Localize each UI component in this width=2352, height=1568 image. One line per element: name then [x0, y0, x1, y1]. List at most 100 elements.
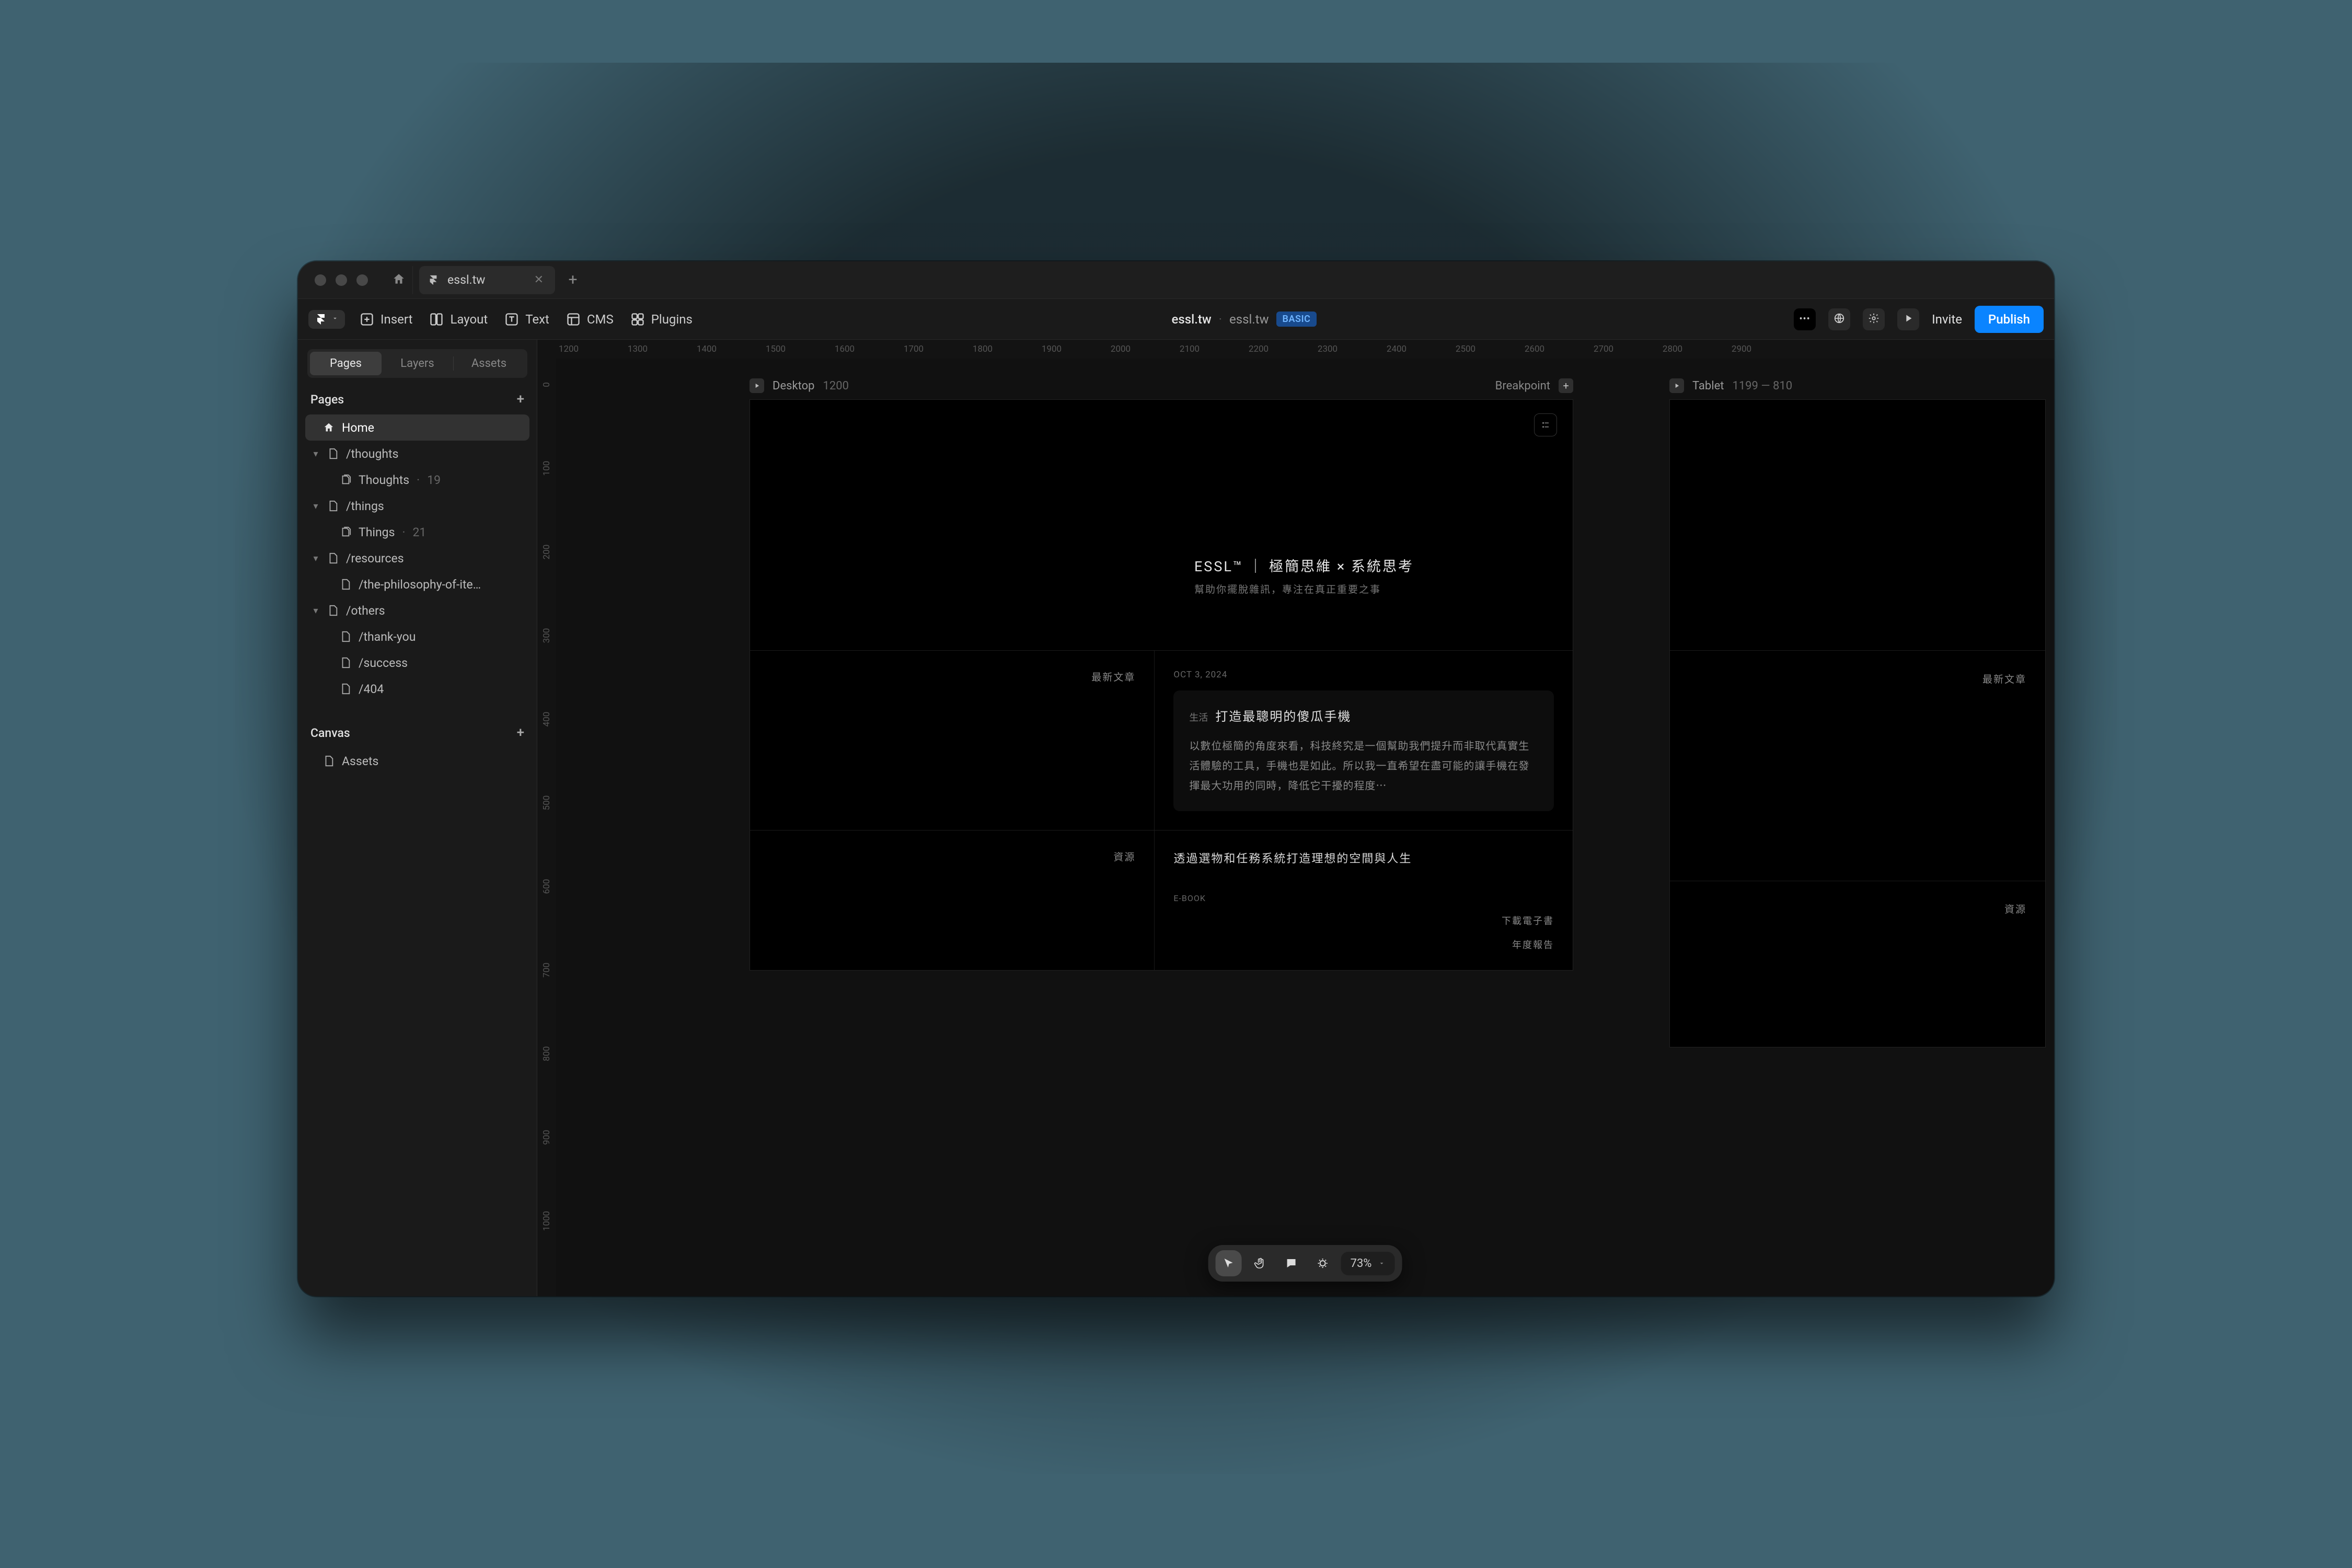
pages-section-header: Pages + [298, 378, 537, 414]
site-download-ebook[interactable]: 下載電子書 [1173, 914, 1554, 927]
ruler-tick: 1500 [766, 344, 786, 354]
site-latest-label: 最新文章 [769, 670, 1135, 684]
globe-button[interactable] [1828, 308, 1850, 330]
frame-tablet-header[interactable]: Tablet 1199 — 810 [1669, 378, 2046, 393]
page-stack-icon [340, 474, 351, 486]
canvas-viewport[interactable]: Desktop 1200 Breakpoint + ESSL™ ｜ 極簡思維 ×… [556, 359, 2054, 1296]
tab-layers[interactable]: Layers [382, 352, 453, 375]
chevron-down-icon: ▾ [312, 448, 320, 459]
site-annual-report[interactable]: 年度報告 [1173, 938, 1554, 951]
page-icon [327, 605, 339, 616]
page-thank-you[interactable]: /thank-you [305, 624, 529, 650]
page-stack-icon [340, 526, 351, 538]
framer-icon [428, 274, 439, 286]
site-resources-label: 資源 [769, 849, 1135, 863]
site-article-date: OCT 3, 2024 [1173, 670, 1554, 680]
sidebar-tabs: Pages Layers Assets [307, 349, 527, 378]
frame-tablet[interactable]: Tablet 1199 — 810 最新文章 資源 [1669, 399, 2046, 1047]
app-menu-button[interactable] [308, 310, 345, 329]
canvas-assets-item[interactable]: Assets [305, 748, 529, 774]
frame-desktop-header[interactable]: Desktop 1200 Breakpoint + [750, 378, 1573, 393]
site-article-card[interactable]: 生活打造最聰明的傻瓜手機 以數位極簡的角度來看，科技終究是一個幫助我們提升而非取… [1173, 690, 1554, 811]
zoom-selector[interactable]: 73% [1341, 1252, 1395, 1275]
play-frame-button[interactable] [1669, 378, 1684, 393]
traffic-light-minimize[interactable] [336, 274, 347, 286]
layout-label: Layout [450, 312, 488, 327]
play-frame-button[interactable] [750, 378, 764, 393]
page-404-label: /404 [359, 682, 384, 696]
canvas-workarea[interactable]: 1200130014001500160017001800190020002100… [537, 340, 2054, 1296]
breakpoint-label[interactable]: Breakpoint [1495, 379, 1550, 393]
ruler-tick: 500 [541, 795, 552, 811]
page-icon [340, 579, 351, 590]
ruler-tick: 1400 [697, 344, 717, 354]
cms-icon [566, 312, 581, 327]
cms-button[interactable]: CMS [564, 308, 616, 330]
contrast-tool[interactable] [1310, 1250, 1336, 1276]
plugins-button[interactable]: Plugins [628, 308, 695, 330]
ruler-tick: 2600 [1525, 344, 1544, 354]
breadcrumb-project[interactable]: essl.tw [1172, 312, 1212, 327]
frame-desktop[interactable]: Desktop 1200 Breakpoint + ESSL™ ｜ 極簡思維 ×… [750, 399, 1573, 971]
text-button[interactable]: Text [502, 308, 551, 330]
site-hero: ESSL™ ｜ 極簡思維 × 系統思考 幫助你擺脫雜訊，專注在真正重要之事 [750, 400, 1573, 651]
left-sidebar: Pages Layers Assets Pages + Home ▾ /thou… [298, 340, 537, 1296]
insert-button[interactable]: Insert [358, 308, 414, 330]
close-icon[interactable]: ✕ [534, 273, 544, 286]
globe-icon [1834, 313, 1845, 326]
ruler-tick: 700 [541, 963, 552, 978]
folder-others[interactable]: ▾ /others [305, 597, 529, 624]
folder-resources[interactable]: ▾ /resources [305, 545, 529, 571]
add-page-button[interactable]: + [517, 391, 524, 407]
ruler-tick: 2200 [1249, 344, 1269, 354]
home-tab[interactable] [385, 266, 413, 294]
ruler-tick: 2400 [1387, 344, 1406, 354]
more-menu-button[interactable]: ••• [1794, 308, 1816, 330]
add-breakpoint-button[interactable]: + [1559, 378, 1573, 393]
invite-button[interactable]: Invite [1932, 312, 1962, 327]
hand-tool[interactable] [1247, 1250, 1273, 1276]
comment-tool[interactable] [1278, 1250, 1305, 1276]
ruler-tick: 1600 [835, 344, 855, 354]
page-thoughts-label: Thoughts [359, 473, 409, 487]
page-philosophy[interactable]: /the-philosophy-of-ite… [305, 571, 529, 597]
select-tool[interactable] [1216, 1250, 1242, 1276]
ruler-tick: 2700 [1594, 344, 1613, 354]
site-preview-desktop[interactable]: ESSL™ ｜ 極簡思維 × 系統思考 幫助你擺脫雜訊，專注在真正重要之事 最新… [750, 399, 1573, 971]
page-success[interactable]: /success [305, 650, 529, 676]
page-things-index[interactable]: Things · 21 [305, 519, 529, 545]
chevron-down-icon: ▾ [312, 501, 320, 512]
zoom-value: 73% [1351, 1257, 1372, 1270]
ruler-horizontal: 1200130014001500160017001800190020002100… [537, 340, 2054, 359]
ruler-tick: 2000 [1111, 344, 1131, 354]
breadcrumb-site[interactable]: essl.tw [1229, 312, 1269, 327]
home-icon [323, 422, 335, 433]
ruler-tick: 2300 [1318, 344, 1338, 354]
plugins-icon [630, 312, 645, 327]
site-resources-label-tablet: 資源 [2004, 902, 2026, 916]
breadcrumb: essl.tw · essl.tw BASIC [695, 312, 1794, 327]
preview-button[interactable] [1897, 308, 1919, 330]
folder-thoughts[interactable]: ▾ /thoughts [305, 441, 529, 467]
site-hero-subtitle: 幫助你擺脫雜訊，專注在真正重要之事 [1194, 582, 1414, 596]
page-thoughts-index[interactable]: Thoughts · 19 [305, 467, 529, 493]
ruler-tick: 2500 [1456, 344, 1475, 354]
project-tab[interactable]: essl.tw ✕ [419, 266, 555, 294]
page-404[interactable]: /404 [305, 676, 529, 702]
new-tab-button[interactable]: + [560, 268, 585, 293]
add-canvas-button[interactable]: + [517, 725, 524, 741]
site-latest-label-tablet: 最新文章 [1982, 672, 2026, 686]
traffic-light-zoom[interactable] [356, 274, 368, 286]
tab-assets[interactable]: Assets [453, 352, 525, 375]
folder-things[interactable]: ▾ /things [305, 493, 529, 519]
layout-button[interactable]: Layout [427, 308, 490, 330]
site-menu-button[interactable] [1534, 413, 1557, 436]
chevron-down-icon [331, 314, 339, 324]
settings-button[interactable] [1863, 308, 1885, 330]
site-preview-tablet[interactable]: 最新文章 資源 [1669, 399, 2046, 1047]
layout-icon [429, 312, 444, 327]
page-home[interactable]: Home [305, 414, 529, 441]
traffic-light-close[interactable] [315, 274, 326, 286]
tab-pages[interactable]: Pages [310, 352, 382, 375]
publish-button[interactable]: Publish [1975, 306, 2044, 333]
